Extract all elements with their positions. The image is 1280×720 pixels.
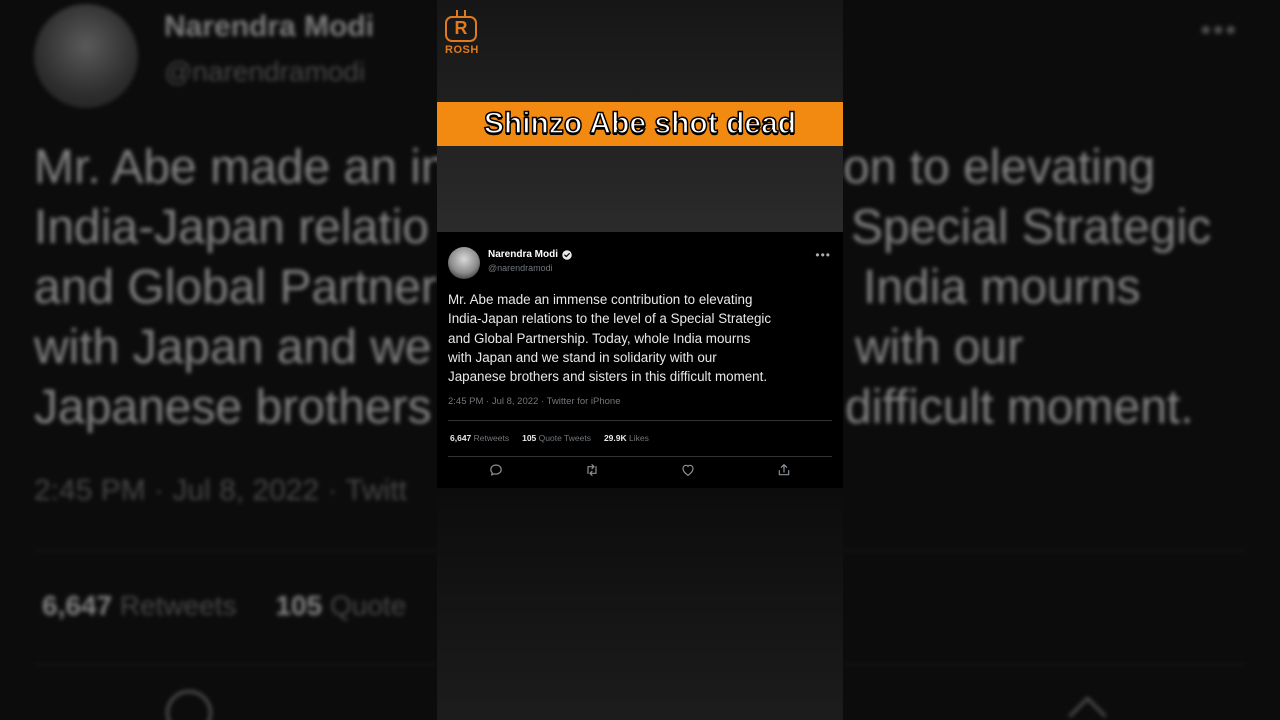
- tweet-text: Mr. Abe made an immense contribution to …: [448, 290, 833, 386]
- more-options-icon[interactable]: •••: [815, 248, 831, 262]
- author-handle[interactable]: @narendramodi: [488, 263, 553, 273]
- verified-badge-icon: [562, 249, 572, 260]
- bg-author-name: Narendra Modi: [164, 10, 375, 43]
- channel-logo: R ROSH: [445, 10, 479, 58]
- tweet-text-line: and Global Partnership. Today, whole Ind…: [448, 330, 751, 346]
- bg-avatar: [34, 4, 138, 108]
- likes-stat[interactable]: 29.9K Likes: [604, 433, 649, 443]
- like-icon[interactable]: [680, 462, 696, 478]
- headline-banner: Shinzo Abe shot dead: [437, 102, 843, 146]
- author-row: Narendra Modi: [488, 249, 572, 260]
- bg-timestamp: 2:45 PM · Jul 8, 2022 · Twitt: [34, 474, 407, 507]
- bg-retweets-count: 6,647: [42, 590, 113, 621]
- tweet-text-line: India-Japan relations to the level of a …: [448, 311, 772, 327]
- retweets-label: Retweets: [473, 433, 510, 443]
- bg-quotes-label: Quote: [329, 590, 407, 621]
- bg-share-icon: [1068, 696, 1107, 720]
- bg-stats: 6,647 Retweets 105 Quote: [42, 590, 406, 622]
- divider: [448, 456, 832, 457]
- retweet-icon[interactable]: [584, 462, 600, 478]
- bg-text-line: on to elevating: [843, 141, 1156, 194]
- bg-more-icon: •••: [1200, 14, 1238, 47]
- avatar[interactable]: [448, 247, 480, 279]
- quotes-label: Quote Tweets: [538, 433, 591, 443]
- engagement-stats: 6,647 Retweets 105 Quote Tweets 29.9K Li…: [450, 433, 649, 443]
- author-name[interactable]: Narendra Modi: [488, 249, 558, 260]
- bg-text-line: Special Strategic: [851, 201, 1212, 254]
- likes-count: 29.9K: [603, 433, 627, 443]
- likes-label: Likes: [629, 433, 649, 443]
- bg-reply-icon: [166, 690, 212, 720]
- bg-tweet-text-right: on to elevating Special Strategic India …: [843, 138, 1263, 438]
- tweet-card: Narendra Modi @narendramodi ••• Mr. Abe …: [437, 232, 843, 488]
- quotes-count: 105: [522, 433, 537, 443]
- tweet-text-line: with Japan and we stand in solidarity wi…: [448, 349, 717, 365]
- reply-icon[interactable]: [488, 462, 504, 478]
- share-icon[interactable]: [776, 462, 792, 478]
- tweet-text-line: Japanese brothers and sisters in this di…: [448, 369, 768, 385]
- logo-text: ROSH: [445, 44, 479, 56]
- retweets-stat[interactable]: 6,647 Retweets: [450, 433, 509, 443]
- bg-text-line: difficult moment.: [845, 381, 1194, 434]
- logo-letter: R: [454, 18, 468, 38]
- bg-text-line: with our: [855, 321, 1024, 374]
- tweet-timestamp[interactable]: 2:45 PM · Jul 8, 2022 · Twitter for iPho…: [448, 396, 621, 407]
- divider: [448, 420, 832, 421]
- video-frame: R ROSH Shinzo Abe shot dead Narendra Mod…: [437, 0, 843, 720]
- bg-author-handle: @narendramodi: [164, 56, 366, 87]
- bg-retweets-label: Retweets: [119, 590, 237, 621]
- bg-quotes-count: 105: [275, 590, 323, 621]
- quotes-stat[interactable]: 105 Quote Tweets: [522, 433, 591, 443]
- bg-text-line: India mourns: [863, 261, 1141, 314]
- retweets-count: 6,647: [450, 433, 472, 443]
- tweet-text-line: Mr. Abe made an immense contribution to …: [448, 292, 753, 307]
- panel-bottom-area: [437, 488, 843, 720]
- headline-text: Shinzo Abe shot dead: [483, 106, 797, 141]
